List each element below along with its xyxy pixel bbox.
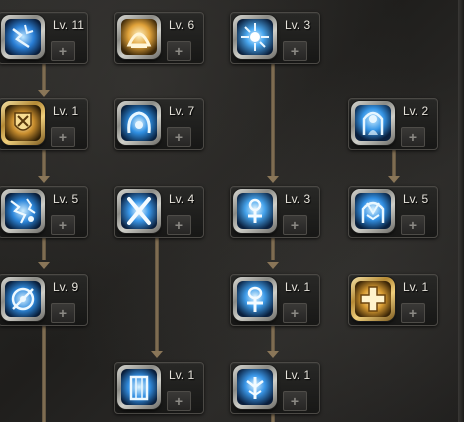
skill-level: Lv. 1 bbox=[53, 104, 79, 118]
connector-arrow bbox=[267, 262, 279, 269]
skill-plus-button[interactable]: + bbox=[167, 391, 191, 411]
skill-frame bbox=[233, 15, 277, 59]
skill-level: Lv. 4 bbox=[169, 192, 195, 206]
skill-plus-button[interactable]: + bbox=[283, 41, 307, 61]
connector-line bbox=[42, 150, 46, 176]
skill-level: Lv. 5 bbox=[403, 192, 429, 206]
radiant-burst-icon[interactable] bbox=[237, 19, 273, 55]
skill-frame bbox=[117, 189, 161, 233]
skill-frame bbox=[117, 365, 161, 409]
cross-glyph-icon[interactable] bbox=[237, 193, 273, 229]
lightning-orb-icon[interactable] bbox=[5, 19, 41, 55]
skill-plus-button[interactable]: + bbox=[283, 215, 307, 235]
panel-edge bbox=[458, 0, 464, 422]
skill-frame bbox=[233, 365, 277, 409]
connector-arrow bbox=[38, 262, 50, 269]
connector-line bbox=[271, 64, 275, 176]
skill-frame bbox=[351, 277, 395, 321]
connector-arrow bbox=[388, 176, 400, 183]
connector-line bbox=[271, 324, 275, 352]
shattered-lightning-icon[interactable] bbox=[5, 193, 41, 229]
skill-frame bbox=[351, 101, 395, 145]
connector-line bbox=[42, 324, 46, 422]
skill-plus-button[interactable]: + bbox=[51, 41, 75, 61]
golden-dome-icon[interactable] bbox=[121, 19, 157, 55]
skill-plus-button[interactable]: + bbox=[167, 215, 191, 235]
skill-plus-button[interactable]: + bbox=[167, 41, 191, 61]
skill-frame bbox=[117, 101, 161, 145]
connector-arrow bbox=[38, 90, 50, 97]
skill-plus-button[interactable]: + bbox=[283, 303, 307, 323]
spinning-ring-icon[interactable] bbox=[5, 281, 41, 317]
skill-level: Lv. 1 bbox=[169, 368, 195, 382]
skill-plus-button[interactable]: + bbox=[283, 391, 307, 411]
skill-frame bbox=[1, 189, 45, 233]
skill-node-r4c4[interactable]: Lv. 1 + bbox=[348, 274, 438, 326]
connector-arrow bbox=[267, 176, 279, 183]
blue-pillar-icon[interactable] bbox=[121, 369, 157, 405]
skill-level: Lv. 1 bbox=[403, 280, 429, 294]
skill-level: Lv. 6 bbox=[169, 18, 195, 32]
golden-cross-icon[interactable] bbox=[355, 281, 391, 317]
connector-arrow bbox=[38, 176, 50, 183]
skill-node-r3c3[interactable]: Lv. 3 + bbox=[230, 186, 320, 238]
skill-level: Lv. 3 bbox=[285, 192, 311, 206]
skill-frame bbox=[233, 277, 277, 321]
blue-guardian-icon[interactable] bbox=[355, 105, 391, 141]
skill-level: Lv. 3 bbox=[285, 18, 311, 32]
connector-line bbox=[42, 236, 46, 260]
skill-node-r5c2[interactable]: Lv. 1 + bbox=[114, 362, 204, 414]
skill-plus-button[interactable]: + bbox=[51, 127, 75, 147]
skill-node-r1c3[interactable]: Lv. 3 + bbox=[230, 12, 320, 64]
skill-plus-button[interactable]: + bbox=[167, 127, 191, 147]
blue-aura-icon[interactable] bbox=[121, 105, 157, 141]
skill-frame bbox=[117, 15, 161, 59]
skill-node-r3c1[interactable]: Lv. 5 + bbox=[0, 186, 88, 238]
skill-plus-button[interactable]: + bbox=[51, 303, 75, 323]
skill-level: Lv. 7 bbox=[169, 104, 195, 118]
skill-plus-button[interactable]: + bbox=[401, 215, 425, 235]
golden-cross-shield-icon[interactable] bbox=[5, 105, 41, 141]
skill-node-r2c4[interactable]: Lv. 2 + bbox=[348, 98, 438, 150]
skill-level: Lv. 9 bbox=[53, 280, 79, 294]
skill-node-r4c3[interactable]: Lv. 1 + bbox=[230, 274, 320, 326]
crossed-blades-icon[interactable] bbox=[121, 193, 157, 229]
skill-frame bbox=[1, 101, 45, 145]
skill-plus-button[interactable]: + bbox=[401, 303, 425, 323]
connector-line bbox=[392, 150, 396, 176]
skill-node-r3c2[interactable]: Lv. 4 + bbox=[114, 186, 204, 238]
skill-level: Lv. 11 bbox=[53, 18, 84, 32]
skill-plus-button[interactable]: + bbox=[51, 215, 75, 235]
ankh-glyph-icon[interactable] bbox=[237, 281, 273, 317]
skill-plus-button[interactable]: + bbox=[401, 127, 425, 147]
connector-line bbox=[42, 64, 46, 90]
tree-glyph-icon[interactable] bbox=[237, 369, 273, 405]
skill-node-r2c1[interactable]: Lv. 1 + bbox=[0, 98, 88, 150]
skill-node-r4c1[interactable]: Lv. 9 + bbox=[0, 274, 88, 326]
skill-frame bbox=[233, 189, 277, 233]
skill-node-r1c1[interactable]: Lv. 11 + bbox=[0, 12, 88, 64]
skill-node-r3c4[interactable]: Lv. 5 + bbox=[348, 186, 438, 238]
skill-node-r1c2[interactable]: Lv. 6 + bbox=[114, 12, 204, 64]
skill-level: Lv. 2 bbox=[403, 104, 429, 118]
skill-node-r2c2[interactable]: Lv. 7 + bbox=[114, 98, 204, 150]
connector-line bbox=[271, 236, 275, 260]
skill-level: Lv. 1 bbox=[285, 368, 311, 382]
skill-level: Lv. 5 bbox=[53, 192, 79, 206]
connector-arrow bbox=[267, 351, 279, 358]
skill-node-r5c3[interactable]: Lv. 1 + bbox=[230, 362, 320, 414]
skill-frame bbox=[351, 189, 395, 233]
skill-frame bbox=[1, 277, 45, 321]
skill-frame bbox=[1, 15, 45, 59]
connector-line bbox=[155, 236, 159, 352]
skill-level: Lv. 1 bbox=[285, 280, 311, 294]
winged-guardian-icon[interactable] bbox=[355, 193, 391, 229]
connector-arrow bbox=[151, 351, 163, 358]
